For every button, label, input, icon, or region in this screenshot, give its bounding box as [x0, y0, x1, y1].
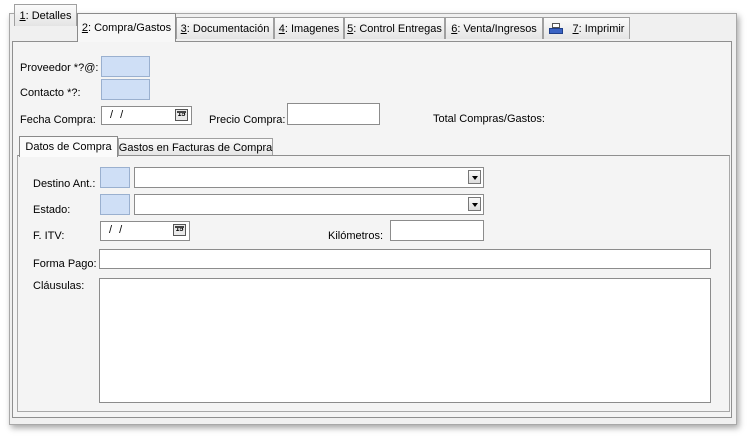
total-compras-gastos-label: Total Compras/Gastos:: [433, 113, 545, 125]
forma-pago-label: Forma Pago:: [33, 258, 97, 270]
fitv-label: F. ITV:: [33, 230, 65, 242]
kilometros-field[interactable]: [390, 220, 484, 241]
subtab-datos-de-compra-label: Datos de Compra: [25, 141, 112, 153]
subtab-gastos-facturas-label: Gastos en Facturas de Compra: [118, 141, 273, 154]
precio-compra-label: Precio Compra:: [209, 114, 286, 126]
tab-detalles[interactable]: 1: Detalles: [14, 4, 77, 26]
tab-compra-gastos[interactable]: 2: Compra/Gastos: [77, 13, 176, 42]
tab-detalles-label: : Detalles: [25, 9, 72, 22]
calendar-icon[interactable]: 15: [175, 109, 188, 121]
destino-ant-label: Destino Ant.:: [33, 178, 96, 190]
tab-imprimir-label: : Imprimir: [578, 22, 625, 35]
estado-code-field[interactable]: [100, 194, 130, 215]
printer-icon: [548, 22, 563, 35]
destino-ant-select[interactable]: [134, 167, 484, 188]
tab-compra-gastos-label: : Compra/Gastos: [87, 22, 172, 34]
precio-compra-field[interactable]: [287, 103, 380, 125]
subtab-gastos-facturas[interactable]: Gastos en Facturas de Compra: [118, 138, 273, 156]
tab-venta-ingresos-label: : Venta/Ingresos: [457, 22, 537, 35]
chevron-down-icon[interactable]: [468, 170, 481, 184]
tab-documentacion[interactable]: 3: Documentación: [176, 17, 274, 39]
tab-imagenes[interactable]: 4: Imagenes: [274, 17, 344, 39]
kilometros-label: Kilómetros:: [328, 230, 384, 242]
calendar-icon[interactable]: 15: [173, 224, 186, 236]
proveedor-field[interactable]: [101, 56, 150, 77]
forma-pago-field[interactable]: [99, 249, 711, 269]
clausulas-textarea[interactable]: [99, 278, 711, 403]
estado-label: Estado:: [33, 204, 71, 216]
tab-venta-ingresos[interactable]: 6: Venta/Ingresos: [445, 17, 543, 39]
contacto-field[interactable]: [101, 79, 150, 100]
contacto-label: Contacto *?:: [20, 87, 81, 99]
tab-imagenes-label: : Imagenes: [284, 22, 340, 35]
subtab-datos-de-compra[interactable]: Datos de Compra: [19, 136, 118, 157]
clausulas-label: Cláusulas:: [33, 280, 85, 292]
fecha-compra-label: Fecha Compra:: [20, 114, 96, 126]
chevron-down-icon[interactable]: [468, 197, 481, 211]
tab-imprimir[interactable]: 7: Imprimir: [543, 17, 630, 39]
tab-control-entregas-label: : Control Entregas: [353, 22, 442, 35]
tab-documentacion-label: : Documentación: [186, 22, 270, 35]
proveedor-label: Proveedor *?@:: [20, 62, 99, 74]
estado-select[interactable]: [134, 194, 484, 215]
destino-ant-code-field[interactable]: [100, 167, 130, 188]
tab-control-entregas[interactable]: 5: Control Entregas: [344, 17, 445, 39]
